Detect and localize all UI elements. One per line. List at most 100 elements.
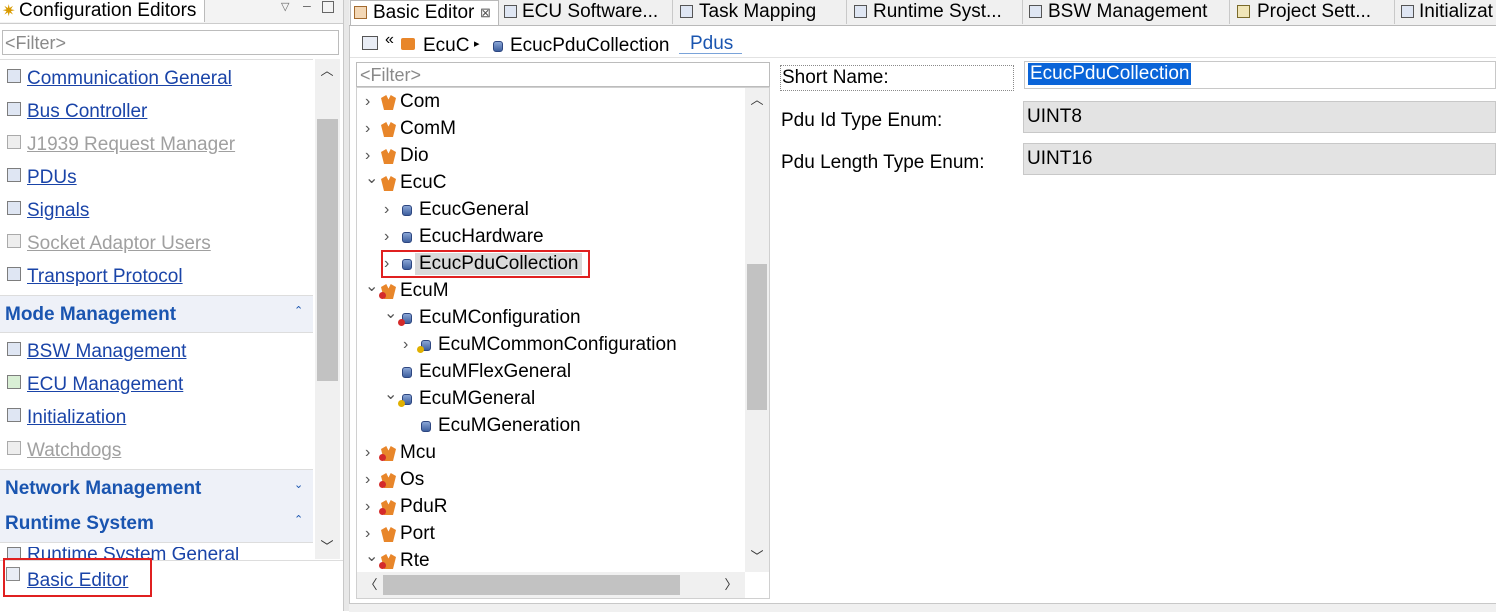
nav-item-ecu-management[interactable]: ECU Management [0,369,313,399]
nav-item-label[interactable]: ECU Management [27,374,183,396]
nav-item-transport-protocol[interactable]: Transport Protocol [0,261,313,291]
collapsed-chevron-icon[interactable]: › [365,439,370,466]
tree-node-ecuchardware[interactable]: › EcucHardware [357,223,745,250]
editor-icon [7,267,21,281]
view-divider[interactable] [343,0,350,611]
section-header-runtime-system[interactable]: Runtime System ⌃ [0,506,313,543]
view-tab-configuration-editors[interactable]: ✷ Configuration Editors [0,0,205,22]
tree-node-ecumgeneral[interactable]: ⌄ EcuMGeneral [357,385,745,412]
expanded-chevron-icon[interactable]: ⌄ [384,300,397,327]
collapsed-chevron-icon[interactable]: › [365,493,370,520]
view-menu-icon[interactable]: ▽ [281,0,289,13]
nav-item-bsw-management[interactable]: BSW Management [0,336,313,366]
nav-item-pdus[interactable]: PDUs [0,162,313,192]
collapse-section-icon[interactable]: ⌃ [294,513,303,526]
expanded-chevron-icon[interactable]: ⌄ [365,165,378,192]
scroll-down-icon[interactable]: ﹀ [747,547,767,567]
toggle-tree-icon[interactable] [362,36,378,50]
expanded-chevron-icon[interactable]: ⌄ [365,543,378,570]
tree-node-com[interactable]: › Com [357,88,745,115]
expanded-chevron-icon[interactable]: ⌄ [365,273,378,300]
container-icon [421,421,431,432]
nav-item-label[interactable]: Signals [27,200,89,222]
nav-item-signals[interactable]: Signals [0,195,313,225]
tree-node-ecumgeneration[interactable]: EcuMGeneration [357,412,745,439]
error-badge-icon [379,508,386,515]
breadcrumb-current[interactable]: EcucPduCollection [510,35,669,57]
nav-item-initialization[interactable]: Initialization [0,402,313,432]
nav-item-label[interactable]: Communication General [27,68,232,90]
tree-node-ecuc[interactable]: ⌄ EcuC [357,169,745,196]
left-filter-input[interactable]: <Filter> [2,30,339,55]
tab-bsw-management[interactable]: BSW Management [1024,0,1230,24]
highlight-box-ecuc-pdu-collection [381,250,590,278]
pdu-length-type-value: UINT16 [1027,148,1093,169]
expanded-chevron-icon[interactable]: ⌄ [384,381,397,408]
expand-section-icon[interactable]: ⌄ [294,478,303,491]
tree-node-mcu[interactable]: › Mcu [357,439,745,466]
tree-vertical-scrollbar[interactable]: ︿ ﹀ [745,88,769,572]
collapsed-chevron-icon[interactable]: › [384,223,389,250]
scrollbar-thumb[interactable] [747,264,767,410]
tab-basic-editor[interactable]: Basic Editor ⊠ [350,0,499,25]
scrollbar-thumb[interactable] [317,119,338,381]
scroll-down-icon[interactable]: ﹀ [317,537,337,557]
tree-node-label: EcuM [400,280,449,301]
tree-node-port[interactable]: › Port [357,520,745,547]
tree-node-label: EcuMGeneral [419,388,536,409]
scroll-up-icon[interactable]: ︿ [747,90,767,110]
tree-node-ecucgeneral[interactable]: › EcucGeneral [357,196,745,223]
scroll-right-icon[interactable]: 〉 [721,575,741,595]
tree-view[interactable]: › Com › ComM › Dio ⌄ EcuC › EcucGeneral › EcucHardw… [356,87,770,599]
nav-item-label[interactable]: BSW Management [27,341,186,363]
tree-node-dio[interactable]: › Dio [357,142,745,169]
section-header-network-management[interactable]: Network Management ⌄ [0,469,313,507]
tree-node-ecumflexgeneral[interactable]: EcuMFlexGeneral [357,358,745,385]
minimize-icon[interactable]: – [303,0,311,13]
nav-item-j1939-request-manager: J1939 Request Manager [0,129,313,159]
tree-horizontal-scrollbar[interactable]: 〈 〉 [357,572,745,598]
scroll-left-icon[interactable]: 〈 [361,575,381,595]
scroll-up-icon[interactable]: ︿ [317,61,337,81]
tab-project-settings[interactable]: Project Sett... [1231,0,1395,24]
nav-item-label[interactable]: Transport Protocol [27,266,183,288]
error-badge-icon [379,454,386,461]
tree-node-label: PduR [400,496,448,517]
tree-node-os[interactable]: › Os [357,466,745,493]
collapsed-chevron-icon[interactable]: › [365,115,370,142]
tree-node-comm[interactable]: › ComM [357,115,745,142]
tab-task-mapping[interactable]: Task Mapping [674,0,847,24]
tab-runtime-system[interactable]: Runtime Syst... [848,0,1023,24]
tree-filter-input[interactable]: <Filter> [356,62,770,87]
nav-item-communication-general[interactable]: Communication General [0,63,313,93]
tab-label: Task Mapping [699,1,817,22]
section-header-mode-management[interactable]: Mode Management ⌃ [0,295,313,333]
collapse-section-icon[interactable]: ⌃ [294,304,303,317]
tree-node-rte[interactable]: ⌄ Rte [357,547,745,574]
collapsed-chevron-icon[interactable]: › [384,196,389,223]
tree-node-ecumcommonconfiguration[interactable]: › EcuMCommonConfiguration [357,331,745,358]
breadcrumb-pdus-link[interactable]: Pdus [690,33,733,55]
scrollbar-thumb[interactable] [383,575,680,595]
close-icon[interactable]: ⊠ [480,1,491,24]
editor-icon [7,342,21,356]
tree-node-ecum[interactable]: ⌄ EcuM [357,277,745,304]
nav-item-label[interactable]: PDUs [27,167,77,189]
maximize-icon[interactable] [322,1,334,13]
breadcrumb-root[interactable]: EcuC [423,35,469,57]
left-vertical-scrollbar[interactable]: ︿ ﹀ [315,59,340,559]
nav-item-label: Socket Adaptor Users [27,233,211,254]
tab-ecu-software[interactable]: ECU Software... [499,0,673,24]
breadcrumb-link-underline [679,53,742,54]
collapsed-chevron-icon[interactable]: › [365,466,370,493]
nav-item-label[interactable]: Bus Controller [27,101,147,123]
nav-item-bus-controller[interactable]: Bus Controller [0,96,313,126]
tree-node-pdur[interactable]: › PduR [357,493,745,520]
short-name-input[interactable]: EcucPduCollection [1024,61,1496,89]
tab-initialization[interactable]: Initializat [1396,0,1496,24]
tree-node-ecumconfiguration[interactable]: ⌄ EcuMConfiguration [357,304,745,331]
nav-item-label[interactable]: Initialization [27,407,126,429]
collapsed-chevron-icon[interactable]: › [403,331,408,358]
collapsed-chevron-icon[interactable]: › [365,88,370,115]
collapse-left-icon[interactable]: « [385,31,394,49]
